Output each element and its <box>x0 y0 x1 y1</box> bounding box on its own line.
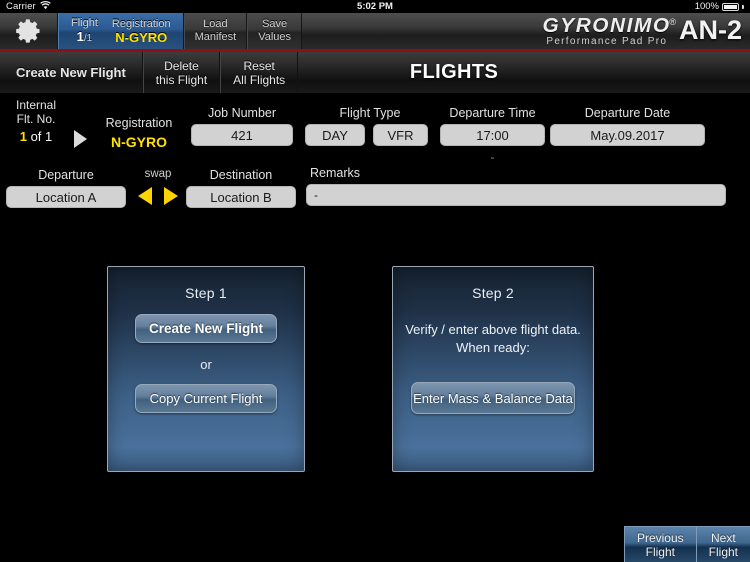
flight-navigation-bar: Previous Flight Next Flight <box>623 526 750 562</box>
departure-label: Departure <box>38 168 94 182</box>
delete-this-flight-button[interactable]: Delete this Flight <box>142 52 221 93</box>
step2-panel: Step 2 Verify / enter above flight data.… <box>392 266 594 472</box>
previous-flight-line1: Previous <box>636 530 684 545</box>
ios-status-bar: Carrier 5:02 PM 100% <box>0 0 750 13</box>
departure-field-group: Departure Location A <box>6 168 126 208</box>
departure-time-field-group: Departure Time 17:00 - <box>440 106 545 164</box>
flight-type-field-group: Flight Type DAY VFR <box>305 106 435 146</box>
internal-flight-number-label-line1: Internal <box>15 98 57 112</box>
brand-tagline: Performance Pad Pro <box>546 36 668 47</box>
remarks-label: Remarks <box>310 166 361 180</box>
delete-this-flight-line1: Delete <box>164 58 199 73</box>
step2-instruction-line1: Verify / enter above flight data. <box>405 322 581 337</box>
departure-date-field-group: Departure Date May.09.2017 <box>550 106 705 146</box>
step1-create-new-flight-button[interactable]: Create New Flight <box>135 314 277 343</box>
status-bar-clock: 5:02 PM <box>357 1 393 12</box>
registration-label: Registration <box>105 116 173 130</box>
gear-icon[interactable] <box>15 17 43 45</box>
aircraft-model-label: AN-2 <box>678 14 742 45</box>
step2-title: Step 2 <box>472 285 514 301</box>
registration-value[interactable]: N-GYRO <box>95 134 183 150</box>
internal-flight-number-group: Internal Flt. No. 1 of 1 <box>6 98 66 144</box>
flight-counter[interactable]: Flight 1/1 <box>71 17 98 45</box>
internal-flight-number-label-line2: Flt. No. <box>16 112 56 126</box>
load-manifest-line1: Load <box>203 18 228 30</box>
flight-type-rules-select[interactable]: VFR <box>373 124 428 146</box>
destination-label: Destination <box>209 168 273 182</box>
app-toolbar: Flight 1/1 Registration N-GYRO Load Mani… <box>0 13 750 52</box>
flight-counter-total: /1 <box>83 33 93 44</box>
brand-text-block: GYRONIMO Performance Pad Pro <box>542 15 671 47</box>
reset-all-flights-line2: All Flights <box>233 72 286 87</box>
step1-or-label: or <box>200 357 212 372</box>
previous-flight-line2: Flight <box>645 544 675 559</box>
delete-this-flight-line2: this Flight <box>155 72 208 87</box>
tab-load-manifest[interactable]: Load Manifest <box>183 13 248 49</box>
create-new-flight-toolbar-button[interactable]: Create New Flight <box>0 52 143 93</box>
load-manifest-line2: Manifest <box>194 31 237 43</box>
swap-control-group: swap <box>128 168 188 205</box>
save-values-line1: Save <box>262 18 288 30</box>
save-values-line2: Values <box>258 31 292 43</box>
brand-logo: GYRONIMO Performance Pad Pro ® AN-2 <box>542 13 750 49</box>
flight-counter-value: 1/1 <box>76 29 93 44</box>
tab-save-values[interactable]: Save Values <box>247 13 303 49</box>
flight-type-label: Flight Type <box>339 106 401 120</box>
job-number-field-group: Job Number 421 <box>191 106 293 146</box>
step2-instruction-line2: When ready: <box>456 340 530 355</box>
flight-type-day-select[interactable]: DAY <box>305 124 365 146</box>
play-triangle-icon[interactable] <box>74 130 87 148</box>
create-new-flight-toolbar-label: Create New Flight <box>16 64 126 80</box>
destination-field-group: Destination Location B <box>186 168 296 208</box>
job-number-input[interactable]: 421 <box>191 124 293 146</box>
remarks-field-group: Remarks - <box>306 166 726 206</box>
registration-field-group: Registration N-GYRO <box>95 116 183 150</box>
battery-icon <box>722 2 739 11</box>
flight-details-form: Internal Flt. No. 1 of 1 Registration N-… <box>0 94 750 254</box>
remarks-input[interactable]: - <box>306 184 726 206</box>
step1-title: Step 1 <box>185 285 227 301</box>
step2-enter-mass-balance-button[interactable]: Enter Mass & Balance Data <box>411 382 575 414</box>
swap-label: swap <box>144 168 172 180</box>
departure-time-sub-dash: - <box>490 150 495 164</box>
next-flight-line2: Flight <box>708 544 738 559</box>
job-number-label: Job Number <box>207 106 277 120</box>
brand-name: GYRONIMO <box>542 15 671 37</box>
flights-action-bar: Create New Flight Delete this Flight Res… <box>0 52 750 94</box>
flight-counter-label: Flight <box>71 17 98 29</box>
reset-all-flights-button[interactable]: Reset All Flights <box>220 52 299 93</box>
destination-input[interactable]: Location B <box>186 186 296 208</box>
page-title: FLIGHTS <box>409 61 499 83</box>
next-flight-button[interactable]: Next Flight <box>695 526 750 562</box>
departure-time-input[interactable]: 17:00 <box>440 124 545 146</box>
tab-flight-registration[interactable]: Flight 1/1 Registration N-GYRO <box>58 13 184 49</box>
next-flight-line1: Next <box>710 530 736 545</box>
departure-input[interactable]: Location A <box>6 186 126 208</box>
reset-all-flights-line1: Reset <box>243 58 275 73</box>
registration-tab-cell[interactable]: Registration N-GYRO <box>112 18 171 44</box>
departure-time-label: Departure Time <box>449 106 536 120</box>
swap-left-arrow-icon[interactable] <box>138 187 152 205</box>
departure-date-label: Departure Date <box>584 106 671 120</box>
swap-right-arrow-icon[interactable] <box>164 187 178 205</box>
previous-flight-button[interactable]: Previous Flight <box>623 526 696 562</box>
internal-flight-number-value: 1 of 1 <box>19 129 53 144</box>
settings-button[interactable] <box>0 13 58 49</box>
registration-tab-value: N-GYRO <box>115 30 168 45</box>
step1-panel: Step 1 Create New Flight or Copy Current… <box>107 266 305 472</box>
step1-copy-current-flight-button[interactable]: Copy Current Flight <box>135 384 277 413</box>
departure-date-input[interactable]: May.09.2017 <box>550 124 705 146</box>
